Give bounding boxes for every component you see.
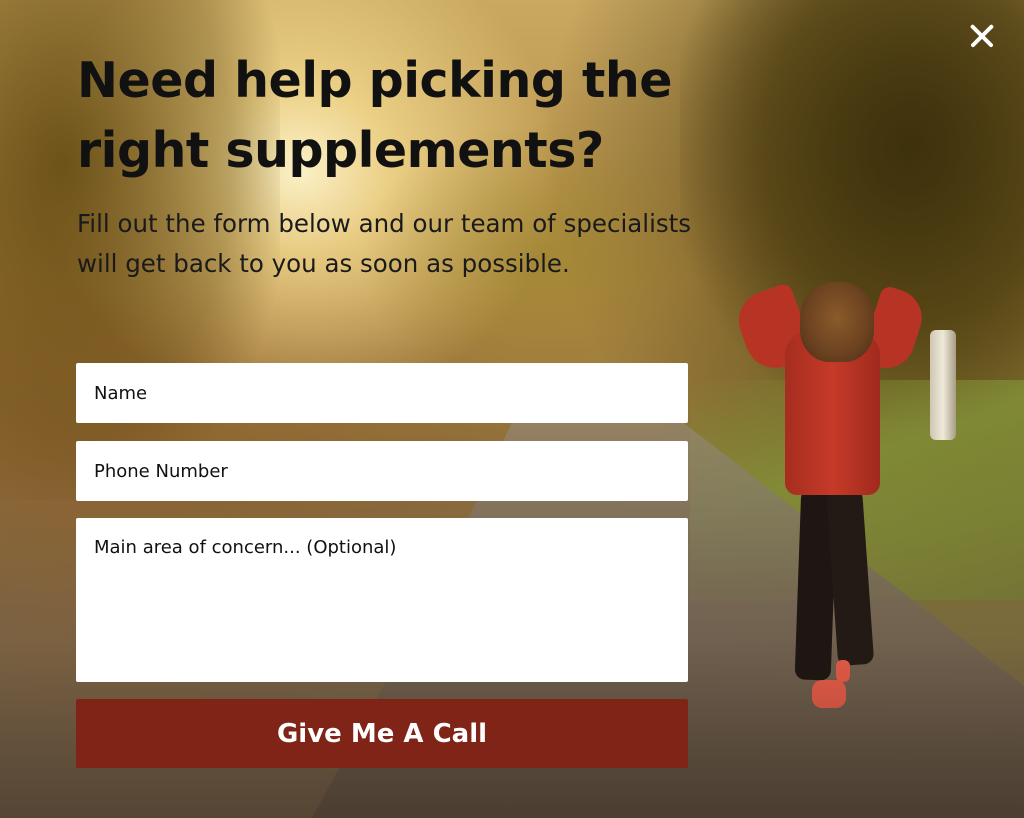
concern-textarea[interactable] <box>76 518 688 682</box>
woman-hair <box>800 282 874 362</box>
popup-headline: Need help picking the right supplements? <box>77 52 673 179</box>
tree-trunk <box>930 330 956 440</box>
close-icon[interactable] <box>964 18 1000 54</box>
phone-number-input[interactable] <box>76 441 688 501</box>
give-me-a-call-button[interactable]: Give Me A Call <box>76 699 688 768</box>
name-input[interactable] <box>76 363 688 423</box>
popup-subtext: Fill out the form below and our team of … <box>77 209 692 278</box>
